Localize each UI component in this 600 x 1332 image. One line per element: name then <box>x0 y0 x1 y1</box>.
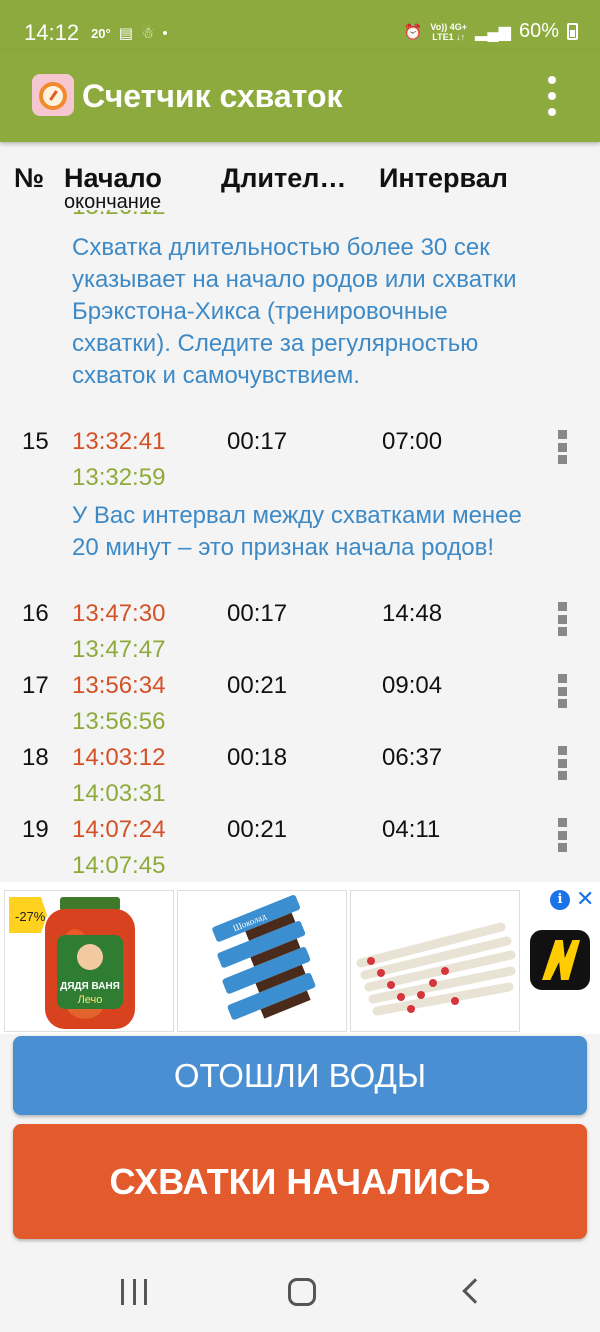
row-duration: 00:18 <box>227 744 288 771</box>
table-header: № Начало Длител… Интервал окончание <box>0 160 600 214</box>
info-icon[interactable]: i <box>550 890 570 910</box>
calendar-icon: ▤ <box>118 25 133 42</box>
row-start-time: 14:03:12 <box>72 744 166 771</box>
status-right: ⏰ Vo)) 4G+ LTE1 ↓↑ ▂▄▆ 60% <box>404 20 578 43</box>
contraction-row[interactable]: 15 13:32:41 13:32:59 00:17 07:00 <box>0 424 600 496</box>
discount-badge: -27% <box>15 909 46 924</box>
row-menu-icon[interactable] <box>557 674 567 708</box>
note-long-contraction: Схватка длительностью более 30 сек указы… <box>72 234 517 389</box>
row-interval: 14:48 <box>382 600 443 627</box>
row-start-time: 13:47:30 <box>72 600 166 627</box>
row-interval: 09:04 <box>382 672 443 699</box>
yandex-market-icon[interactable] <box>530 930 590 990</box>
row-menu-icon[interactable] <box>557 430 567 464</box>
more-vert-icon[interactable] <box>540 76 564 116</box>
alarm-icon: ⏰ <box>403 23 423 41</box>
water-broke-button[interactable]: ОТОШЛИ ВОДЫ <box>13 1036 587 1115</box>
row-end-time: 13:32:59 <box>72 464 166 491</box>
close-icon[interactable]: ✕ <box>576 886 594 912</box>
row-start-time: 14:07:24 <box>72 816 166 843</box>
row-end-time: 13:47:47 <box>72 636 166 663</box>
ad-banner[interactable]: ДЯДЯ ВАНЯ Лечо -27% Шоколад i ✕ <box>0 882 600 1034</box>
jar-product-label: Лечо <box>78 994 103 1006</box>
lecho-jar-image: ДЯДЯ ВАНЯ Лечо -27% <box>9 897 135 1029</box>
column-interval: Интервал <box>379 163 508 193</box>
row-number: 15 <box>22 428 49 455</box>
network-bottom-label: LTE1 ↓↑ <box>432 31 466 42</box>
status-time: 14:12 <box>24 20 80 45</box>
battery-icon <box>567 23 578 40</box>
contractions-list[interactable]: 13:26:12 Схватка длительностью более 30 … <box>0 210 600 882</box>
note-labor-start: У Вас интервал между схватками менее 20 … <box>72 502 522 561</box>
more-notifications-icon: • <box>162 24 168 42</box>
contraction-row[interactable]: 19 14:07:24 14:07:45 00:21 04:11 <box>0 812 600 882</box>
network-top-label: Vo)) 4G+ <box>430 21 468 32</box>
ad-item-lecho[interactable]: ДЯДЯ ВАНЯ Лечо -27% <box>4 890 174 1032</box>
ad-item-pasta[interactable] <box>350 890 520 1032</box>
app-title: Счетчик схваток <box>82 78 343 114</box>
row-menu-icon[interactable] <box>557 602 567 636</box>
network-indicator: Vo)) 4G+ LTE1 ↓↑ <box>430 22 467 42</box>
back-icon[interactable] <box>462 1278 488 1304</box>
row-end-time: 14:07:45 <box>72 852 166 879</box>
status-left: 14:12 20° ▤ ☃ • <box>24 20 168 46</box>
status-temperature: 20° <box>91 25 111 41</box>
row-end-time: 14:03:31 <box>72 780 166 807</box>
jar-brand-label: ДЯДЯ ВАНЯ <box>60 981 120 992</box>
battery-level: 60% <box>518 20 559 42</box>
column-start: Начало <box>64 163 162 193</box>
row-interval: 04:11 <box>382 816 441 843</box>
home-icon[interactable] <box>288 1278 316 1306</box>
row-interval: 07:00 <box>382 428 443 455</box>
contraction-row[interactable]: 17 13:56:34 13:56:56 00:21 09:04 <box>0 668 600 740</box>
row-number: 18 <box>22 744 49 771</box>
signal-icon: ▂▄▆ <box>475 23 511 41</box>
row-end-time: 13:56:56 <box>72 708 166 735</box>
pasta-image <box>356 922 516 1016</box>
row-number: 17 <box>22 672 49 699</box>
stopwatch-icon <box>32 74 74 116</box>
row-interval: 06:37 <box>382 744 443 771</box>
contractions-started-button[interactable]: СХВАТКИ НАЧАЛИСЬ <box>13 1124 587 1239</box>
contraction-row[interactable]: 16 13:47:30 13:47:47 00:17 14:48 <box>0 596 600 668</box>
row-menu-icon[interactable] <box>557 746 567 780</box>
candy-image: Шоколад <box>212 895 316 1020</box>
recents-icon[interactable] <box>121 1279 147 1305</box>
row-duration: 00:17 <box>227 600 288 627</box>
column-number: № <box>14 163 45 193</box>
row-menu-icon[interactable] <box>557 818 567 852</box>
notification-icon: ☃ <box>140 25 155 42</box>
row-duration: 00:21 <box>227 816 288 843</box>
row-duration: 00:21 <box>227 672 288 699</box>
contraction-row[interactable]: 18 14:03:12 14:03:31 00:18 06:37 <box>0 740 600 812</box>
row-start-time: 13:32:41 <box>72 428 166 455</box>
system-nav-bar <box>0 1252 600 1332</box>
row-number: 19 <box>22 816 49 843</box>
app-bar: Счетчик схваток <box>0 50 600 142</box>
status-bar: 14:12 20° ▤ ☃ • ⏰ Vo)) 4G+ LTE1 ↓↑ ▂▄▆ 6… <box>0 0 600 50</box>
partial-end-time: 13:26:12 <box>72 210 165 221</box>
row-duration: 00:17 <box>227 428 288 455</box>
column-duration: Длител… <box>221 163 347 193</box>
row-number: 16 <box>22 600 49 627</box>
ad-item-candy[interactable]: Шоколад <box>177 890 347 1032</box>
row-start-time: 13:56:34 <box>72 672 166 699</box>
